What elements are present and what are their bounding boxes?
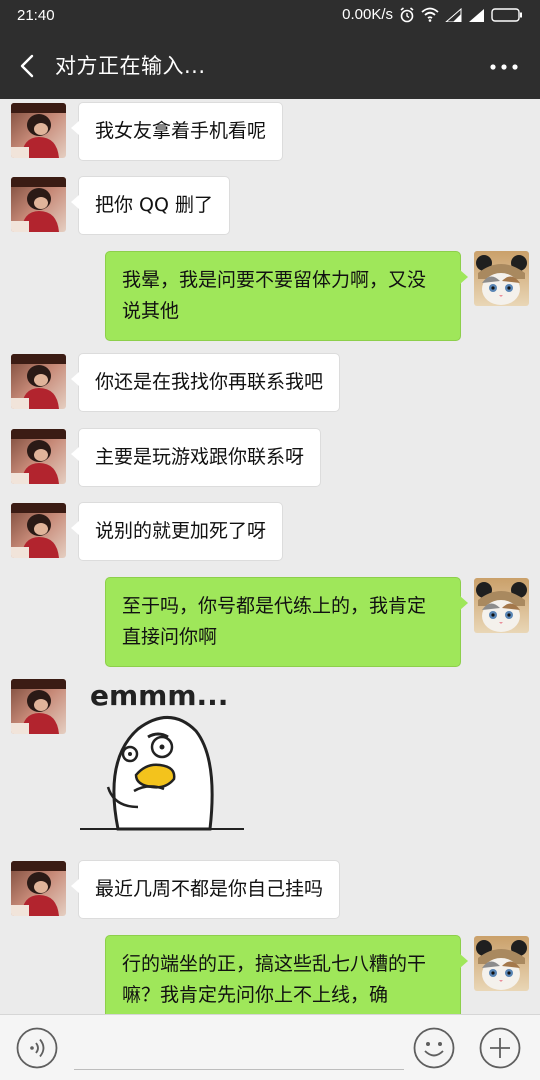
sticker-message[interactable]: emmm... xyxy=(78,679,248,841)
message-bubble-sent[interactable]: 行的端坐的正，搞这些乱七八糟的干嘛？我肯定先问你上不上线，确 xyxy=(105,935,468,1014)
status-time: 21:40 xyxy=(17,7,55,24)
battery-icon xyxy=(491,7,522,22)
message-bubble-received[interactable]: 你还是在我找你再联系我吧 xyxy=(70,353,341,412)
chevron-left-icon[interactable] xyxy=(14,52,42,80)
message-bubble-received[interactable]: 主要是玩游戏跟你联系呀 xyxy=(70,428,322,487)
avatar[interactable] xyxy=(11,103,66,158)
network-speed: 0.00K/s xyxy=(342,6,393,23)
wifi-icon xyxy=(421,7,439,22)
input-bar xyxy=(0,1014,540,1080)
plus-icon[interactable] xyxy=(479,1027,521,1069)
chat-screen: 21:40 0.00K/s 对方正在输入... 我女友拿着手机看呢 把你 QQ … xyxy=(0,0,540,1080)
sticker-caption: emmm... xyxy=(90,679,228,712)
alarm-icon xyxy=(400,6,414,22)
message-bubble-received[interactable]: 把你 QQ 删了 xyxy=(71,176,230,235)
title-bar: 对方正在输入... xyxy=(0,33,540,99)
message-bubble-sent[interactable]: 至于吗，你号都是代练上的，我肯定直接问你啊 xyxy=(105,577,468,667)
avatar[interactable] xyxy=(11,177,66,232)
status-bar: 21:40 0.00K/s xyxy=(0,0,540,33)
more-dots-icon[interactable] xyxy=(488,53,520,81)
page-title: 对方正在输入... xyxy=(55,54,206,78)
duck-sticker-image: emmm... xyxy=(80,679,244,831)
emoji-icon[interactable] xyxy=(413,1027,455,1069)
voice-icon[interactable] xyxy=(16,1027,58,1069)
message-bubble-received[interactable]: 说别的就更加死了呀 xyxy=(70,502,284,561)
message-bubble-received[interactable]: 我女友拿着手机看呢 xyxy=(70,102,284,161)
avatar[interactable] xyxy=(11,503,66,558)
avatar[interactable] xyxy=(474,251,529,306)
avatar[interactable] xyxy=(474,578,529,633)
avatar[interactable] xyxy=(11,354,66,409)
signal-icon xyxy=(445,7,462,22)
chat-list[interactable]: 我女友拿着手机看呢 把你 QQ 删了 我晕，我是问要不要留体力啊，又没说其他 你… xyxy=(0,99,540,1014)
avatar[interactable] xyxy=(11,861,66,916)
message-input[interactable] xyxy=(74,1029,404,1070)
avatar[interactable] xyxy=(11,679,66,734)
message-bubble-sent[interactable]: 我晕，我是问要不要留体力啊，又没说其他 xyxy=(105,251,468,341)
avatar[interactable] xyxy=(11,429,66,484)
signal-icon-2 xyxy=(469,8,484,22)
avatar[interactable] xyxy=(474,936,529,991)
status-icons: 0.00K/s xyxy=(342,6,523,23)
message-bubble-received[interactable]: 最近几周不都是你自己挂吗 xyxy=(70,860,341,919)
